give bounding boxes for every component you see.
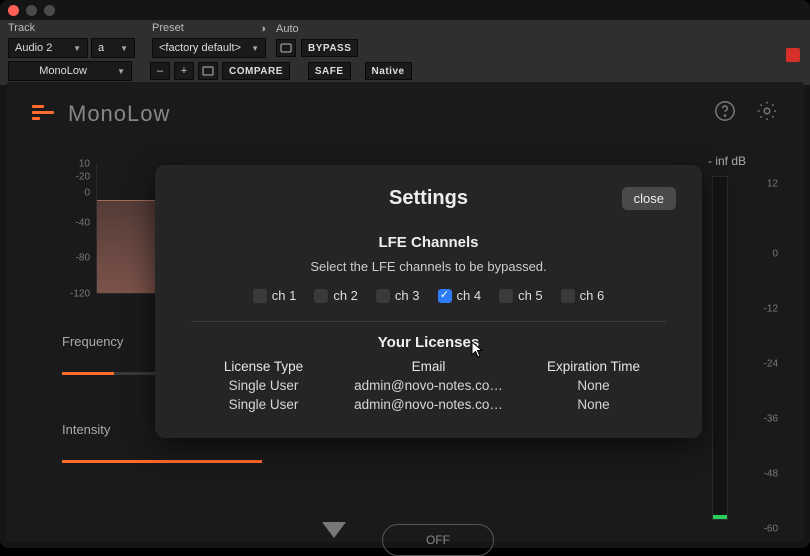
lfe-channel-1[interactable]: ch 1 <box>253 288 297 303</box>
license-col-email: Email <box>346 359 511 374</box>
track-dropdown[interactable]: Audio 2 ▼ <box>8 38 88 58</box>
checkbox[interactable] <box>376 289 390 303</box>
meter-readout: - inf dB <box>708 154 746 168</box>
off-toggle-label: OFF <box>426 533 450 547</box>
lfe-channel-label: ch 4 <box>457 288 482 303</box>
checkbox[interactable] <box>499 289 513 303</box>
lfe-channel-label: ch 6 <box>580 288 605 303</box>
section-divider <box>191 321 666 322</box>
app-window: Track Audio 2▼ a▼ Preset◑ <factory defau… <box>0 0 810 548</box>
settings-modal: Settings close LFE Channels Select the L… <box>155 165 702 438</box>
graph-ytick: 10 <box>62 159 90 170</box>
intensity-slider[interactable] <box>62 460 262 463</box>
graph-ytick: 0 <box>62 187 90 198</box>
chevron-down-icon: ▼ <box>251 44 259 53</box>
output-meter: - inf dB 12 0 -12 -24 -36 -48 -60 <box>708 154 778 520</box>
preset-menu-icon[interactable]: ◑ <box>259 23 266 35</box>
track-suffix-dropdown[interactable]: a▼ <box>91 38 135 58</box>
meter-tick: -60 <box>748 524 778 535</box>
meter-tick: -24 <box>748 359 778 370</box>
checkbox[interactable] <box>561 289 575 303</box>
preset-label: Preset <box>152 22 184 36</box>
graph-ytick: -120 <box>62 289 90 300</box>
checkbox[interactable] <box>253 289 267 303</box>
lfe-section-description: Select the LFE channels to be bypassed. <box>181 259 676 274</box>
license-row: Single Useradmin@novo-notes.co…None <box>181 378 676 393</box>
track-dropdown-value: Audio 2 <box>15 42 52 54</box>
lfe-channel-4[interactable]: ch 4 <box>438 288 482 303</box>
bypass-button[interactable]: BYPASS <box>301 39 358 57</box>
close-button[interactable]: close <box>622 187 676 210</box>
modal-title: Settings <box>389 187 468 210</box>
minus-button[interactable]: – <box>150 62 170 80</box>
frequency-label: Frequency <box>62 334 123 349</box>
meter-tick: -48 <box>748 469 778 480</box>
auto-label: Auto <box>276 23 358 37</box>
license-cell-type: Single User <box>181 378 346 393</box>
chevron-down-icon: ▼ <box>73 44 81 53</box>
window-titlebar <box>0 0 810 20</box>
lfe-channel-label: ch 5 <box>518 288 543 303</box>
plus-button[interactable]: + <box>174 62 194 80</box>
meter-tick: -36 <box>748 414 778 425</box>
record-indicator[interactable] <box>786 48 800 62</box>
compare-button[interactable]: COMPARE <box>222 62 290 80</box>
off-toggle-button[interactable]: OFF <box>382 524 494 556</box>
preset-value: <factory default> <box>159 42 241 54</box>
lfe-channel-5[interactable]: ch 5 <box>499 288 543 303</box>
traffic-light-minimize[interactable] <box>26 5 37 16</box>
graph-ytick: -80 <box>62 252 90 263</box>
license-cell-type: Single User <box>181 397 346 412</box>
plugin-brand-name: MonoLow <box>68 101 170 127</box>
checkbox[interactable] <box>438 289 452 303</box>
meter-tick: -12 <box>748 304 778 315</box>
native-button[interactable]: Native <box>365 62 412 80</box>
plugin-name-value: MonoLow <box>39 65 87 77</box>
license-table-header: License Type Email Expiration Time <box>181 359 676 374</box>
lfe-channel-3[interactable]: ch 3 <box>376 288 420 303</box>
license-col-type: License Type <box>181 359 346 374</box>
lfe-channel-label: ch 3 <box>395 288 420 303</box>
plugin-name-dropdown[interactable]: MonoLow ▼ <box>8 61 132 81</box>
meter-tick: 0 <box>748 249 778 260</box>
license-cell-email: admin@novo-notes.co… <box>346 378 511 393</box>
track-suffix-value: a <box>98 42 104 54</box>
plugin-logo-icon <box>32 105 54 123</box>
licenses-section-title: Your Licenses <box>181 334 676 351</box>
preset-dropdown[interactable]: <factory default> ▼ <box>152 38 266 58</box>
track-label: Track <box>8 22 142 36</box>
compare-snapshot-button[interactable] <box>198 62 218 80</box>
chevron-down-icon: ▼ <box>120 44 128 53</box>
meter-tick: 12 <box>748 179 778 190</box>
lfe-channel-2[interactable]: ch 2 <box>314 288 358 303</box>
checkbox[interactable] <box>314 289 328 303</box>
traffic-light-zoom[interactable] <box>44 5 55 16</box>
traffic-light-close[interactable] <box>8 5 19 16</box>
help-icon[interactable] <box>714 100 736 127</box>
graph-ytick: -20 <box>62 172 90 183</box>
lfe-channel-label: ch 2 <box>333 288 358 303</box>
graph-ytick: -40 <box>62 217 90 228</box>
gear-icon[interactable] <box>756 100 778 127</box>
lfe-section-title: LFE Channels <box>181 234 676 251</box>
intensity-label: Intensity <box>62 422 110 437</box>
license-row: Single Useradmin@novo-notes.co…None <box>181 397 676 412</box>
license-col-expiration: Expiration Time <box>511 359 676 374</box>
license-cell-exp: None <box>511 378 676 393</box>
license-cell-email: admin@novo-notes.co… <box>346 397 511 412</box>
lfe-channel-6[interactable]: ch 6 <box>561 288 605 303</box>
host-toolbar: Track Audio 2▼ a▼ Preset◑ <factory defau… <box>0 20 810 85</box>
chevron-down-icon: ▼ <box>117 67 125 76</box>
lfe-channel-label: ch 1 <box>272 288 297 303</box>
dropdown-indicator-icon[interactable] <box>322 522 346 538</box>
auto-square-button[interactable] <box>276 39 296 57</box>
license-cell-exp: None <box>511 397 676 412</box>
safe-button[interactable]: SAFE <box>308 62 351 80</box>
